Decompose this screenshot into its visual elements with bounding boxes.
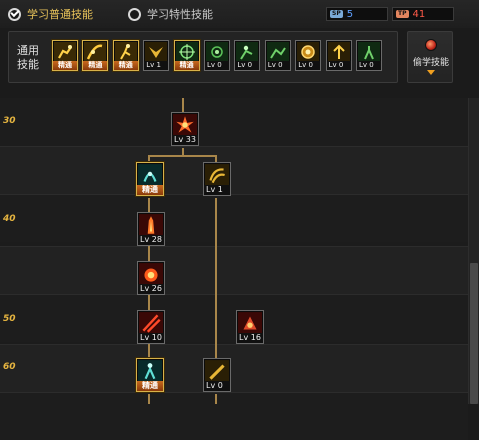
level-label-50: 50	[3, 314, 16, 324]
tp-tag: TP	[396, 10, 409, 18]
common-skill-6[interactable]: Lv 0	[204, 40, 230, 71]
mastered-badge: 精通	[113, 61, 138, 70]
slash-figure-icon	[84, 42, 107, 62]
sp-value: 5	[346, 8, 354, 20]
level-label-60: 60	[3, 362, 16, 372]
common-skills-label: 通用技能	[17, 44, 39, 71]
connector	[148, 155, 217, 157]
crouch-figure-icon	[54, 42, 76, 62]
radio-icon	[128, 7, 141, 21]
skill-level: Lv 26	[138, 284, 164, 294]
common-skill-2[interactable]: 精通	[82, 40, 109, 71]
tree-skill-s50b[interactable]: Lv 16	[236, 310, 264, 344]
skill-level: Lv 0	[326, 61, 351, 70]
crosshair-icon	[175, 42, 198, 62]
level-label-30: 30	[3, 116, 16, 126]
skill-tree: 30 40 50 60 Lv 33 精通 Lv 1 Lv 28 Lv 26 Lv 10 Lv…	[0, 98, 468, 440]
connector	[215, 394, 217, 404]
skill-level: Lv 0	[296, 61, 321, 70]
tree-skill-s45[interactable]: Lv 26	[137, 261, 165, 295]
scrollbar-thumb[interactable]	[470, 263, 478, 404]
green-figure-icon	[358, 42, 380, 62]
skill-level: Lv 1	[204, 185, 230, 195]
common-skill-4[interactable]: Lv 1	[143, 40, 170, 71]
dropdown-arrow-icon	[427, 70, 435, 75]
tp-value: 41	[412, 8, 426, 20]
common-skill-11[interactable]: Lv 0	[356, 40, 382, 71]
tree-skill-s30[interactable]: Lv 33	[171, 112, 199, 146]
fire-burst-icon	[173, 114, 197, 136]
tp-counter: TP 41	[392, 7, 454, 21]
tree-skill-s40[interactable]: Lv 28	[137, 212, 165, 246]
mastered-badge: 精通	[137, 185, 163, 195]
skill-level: Lv 16	[237, 333, 263, 343]
golden-wave-icon	[205, 164, 229, 186]
skill-level: Lv 0	[265, 61, 290, 70]
explosion-icon	[139, 263, 163, 285]
tab-learn-normal-label: 学习普通技能	[27, 8, 93, 21]
skill-level: Lv 0	[204, 381, 230, 391]
common-skill-7[interactable]: Lv 0	[234, 40, 261, 71]
golden-orb-icon	[297, 42, 320, 62]
tab-learn-normal[interactable]: 学习普通技能	[8, 6, 93, 22]
gold-blade-icon	[205, 360, 229, 382]
mastered-badge: 精通	[137, 381, 163, 391]
steal-skill-button[interactable]: 偷学技能	[407, 31, 453, 83]
leap-figure-icon	[266, 42, 289, 62]
skill-level: Lv 0	[235, 61, 260, 70]
tree-skill-s60b[interactable]: Lv 0	[203, 358, 231, 392]
rise-figure-icon	[327, 42, 350, 62]
mastered-badge: 精通	[53, 61, 77, 70]
steal-skill-label: 偷学技能	[412, 58, 449, 68]
tab-learn-special[interactable]: 学习特性技能	[128, 6, 213, 22]
connector	[148, 244, 150, 262]
skill-level: Lv 0	[357, 61, 381, 70]
top-bar: 学习普通技能 学习特性技能 SP 5 TP 41	[0, 0, 479, 28]
check-radio-icon	[8, 7, 21, 21]
green-target-icon	[206, 42, 228, 62]
red-burst-icon	[238, 312, 262, 334]
tree-skill-s60a[interactable]: 精通	[136, 358, 164, 392]
teal-figure-icon	[138, 360, 162, 382]
skill-level: Lv 28	[138, 235, 164, 245]
tab-learn-special-label: 学习特性技能	[147, 8, 213, 21]
tree-skill-s50a[interactable]: Lv 10	[137, 310, 165, 344]
common-skill-3[interactable]: 精通	[112, 40, 139, 71]
cast-figure-icon	[236, 42, 259, 62]
connector	[148, 343, 150, 359]
common-skill-9[interactable]: Lv 0	[295, 40, 322, 71]
connector	[148, 394, 150, 404]
dark-aura-icon	[138, 164, 162, 186]
common-skill-8[interactable]: Lv 0	[264, 40, 291, 71]
steal-skill-icon	[425, 39, 437, 51]
common-skill-1[interactable]: 精通	[52, 40, 78, 71]
red-slash-icon	[139, 312, 163, 334]
level-label-40: 40	[3, 214, 16, 224]
run-figure-icon	[114, 42, 137, 62]
mastered-badge: 精通	[83, 61, 108, 70]
skill-level: Lv 1	[144, 61, 169, 70]
connector	[215, 198, 217, 362]
common-skill-10[interactable]: Lv 0	[325, 40, 352, 71]
mastered-badge: 精通	[174, 61, 199, 70]
tree-skill-s35a[interactable]: 精通	[136, 162, 164, 196]
tree-skill-s35b[interactable]: Lv 1	[203, 162, 231, 196]
fire-pillar-icon	[139, 214, 163, 236]
common-skill-5[interactable]: 精通	[173, 40, 200, 71]
skill-level: Lv 0	[205, 61, 229, 70]
sp-counter: SP 5	[326, 7, 388, 21]
skill-level: Lv 10	[138, 333, 164, 343]
wings-icon	[145, 42, 168, 62]
skill-level: Lv 33	[172, 135, 198, 145]
sp-tag: SP	[330, 10, 343, 18]
